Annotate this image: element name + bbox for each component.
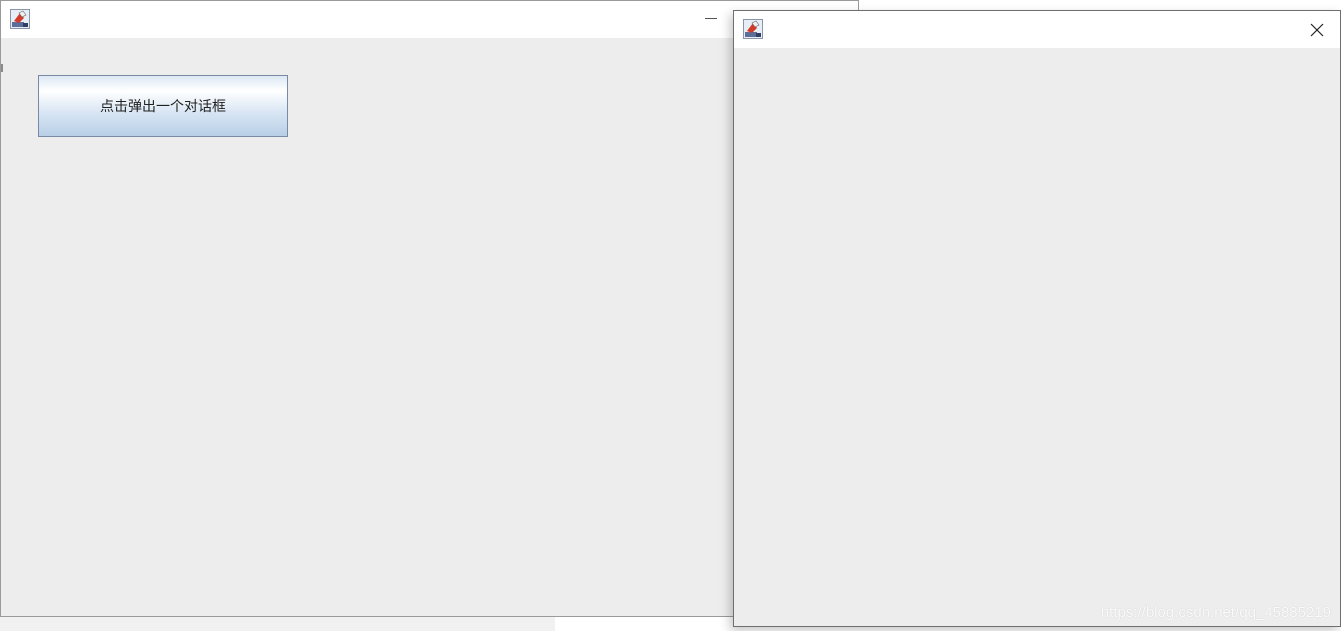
open-dialog-button[interactable]: 点击弹出一个对话框 bbox=[38, 75, 288, 137]
window-edge-mark bbox=[1, 64, 3, 72]
close-icon bbox=[1310, 23, 1324, 37]
main-window: 点击弹出一个对话框 bbox=[0, 0, 859, 617]
main-window-titlebar[interactable] bbox=[1, 1, 858, 38]
minimize-icon bbox=[705, 18, 717, 19]
minimize-button[interactable] bbox=[698, 7, 726, 31]
watermark-text: https://blog.csdn.net/qq_45885219 bbox=[1100, 604, 1331, 621]
java-icon bbox=[10, 9, 30, 29]
dialog-titlebar[interactable] bbox=[734, 11, 1340, 48]
background-window-edge bbox=[0, 616, 555, 631]
dialog-window bbox=[733, 10, 1341, 627]
dialog-content bbox=[734, 48, 1340, 626]
desktop: 点击弹出一个对话框 https://blog.csdn.net/qq_45885… bbox=[0, 0, 1341, 631]
java-icon bbox=[743, 19, 763, 39]
close-button[interactable] bbox=[1294, 11, 1340, 48]
main-window-content: 点击弹出一个对话框 bbox=[1, 38, 858, 616]
